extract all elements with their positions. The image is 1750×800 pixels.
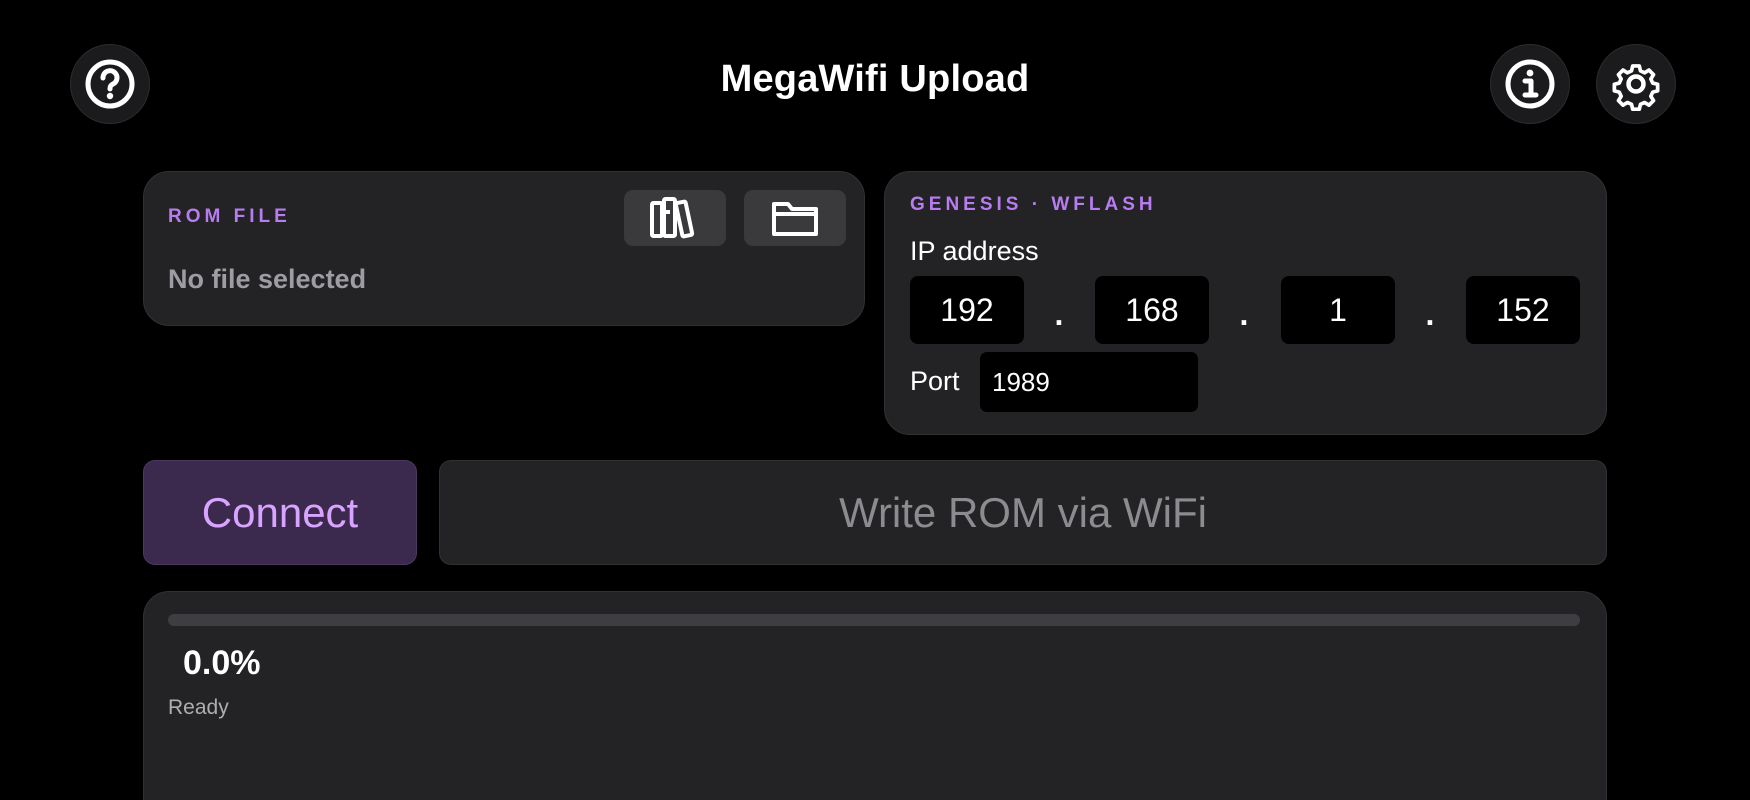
progress-percent: 0.0% (183, 644, 261, 682)
app-window: MegaWifi Upload ROM FILE No file selecte… (0, 0, 1750, 800)
ip-octet-1-field[interactable]: 192 (910, 276, 1024, 344)
ip-separator: . (1054, 296, 1064, 332)
gear-icon (1612, 64, 1660, 111)
status-text: Ready (168, 696, 229, 719)
write-rom-button[interactable]: Write ROM via WiFi (439, 460, 1607, 565)
settings-button[interactable] (1596, 44, 1676, 124)
ip-octet-4-field[interactable]: 152 (1466, 276, 1580, 344)
browse-folder-button[interactable] (744, 190, 846, 246)
progress-card: 0.0% Ready (143, 591, 1607, 800)
ip-address-label: IP address (910, 236, 1039, 266)
port-field[interactable]: 1989 (980, 352, 1198, 412)
ip-octet-3-field[interactable]: 1 (1281, 276, 1395, 344)
connection-label: GENESIS · WFLASH (910, 194, 1157, 215)
selected-file-name: No file selected (168, 264, 367, 294)
rom-file-label: ROM FILE (168, 206, 291, 227)
ip-separator: . (1425, 296, 1435, 332)
folder-icon (772, 202, 818, 236)
books-icon (650, 197, 695, 239)
ip-separator: . (1239, 296, 1249, 332)
rom-file-card: ROM FILE No file selected (143, 171, 865, 326)
library-button[interactable] (624, 190, 726, 246)
ip-octet-2-field[interactable]: 168 (1095, 276, 1209, 344)
port-label: Port (910, 366, 960, 396)
info-circle-icon (1505, 59, 1555, 109)
connect-button[interactable]: Connect (143, 460, 417, 565)
progress-bar (168, 614, 1580, 626)
info-button[interactable] (1490, 44, 1570, 124)
connection-card: GENESIS · WFLASH IP address 192 . 168 . … (884, 171, 1607, 435)
page-title: MegaWifi Upload (720, 58, 1030, 100)
